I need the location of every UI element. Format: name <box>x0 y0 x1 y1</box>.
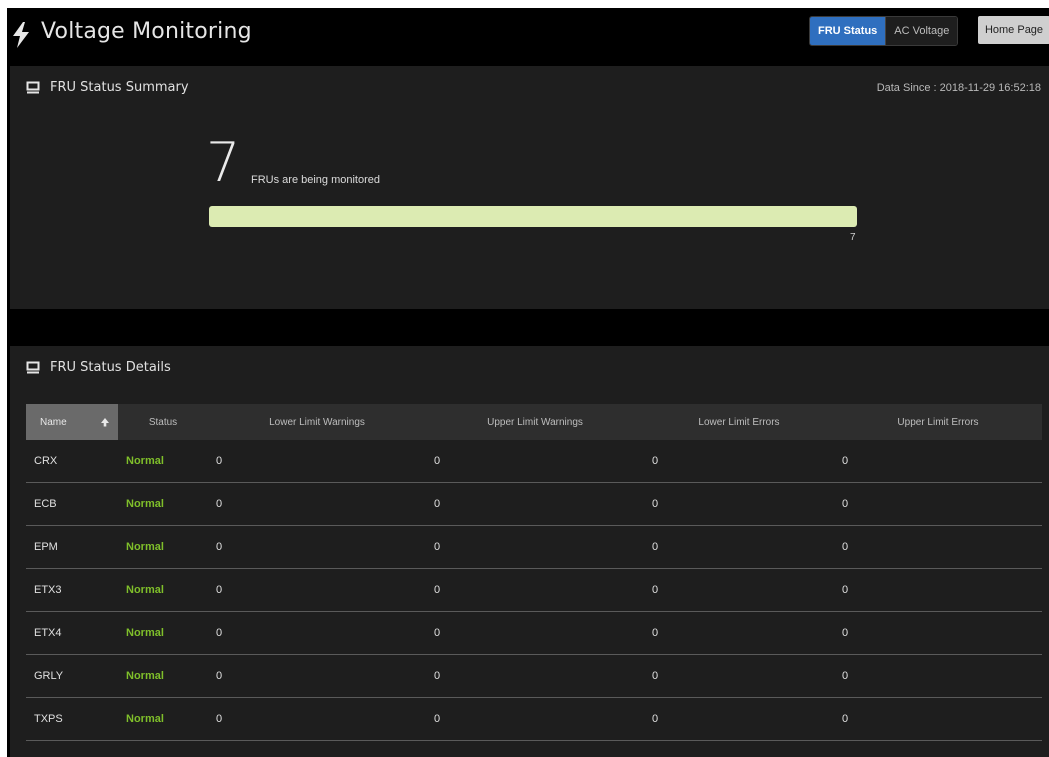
cell-upper-limit-warnings: 0 <box>426 482 644 526</box>
table-row[interactable]: TXPS Normal 0 0 0 0 <box>26 697 1042 741</box>
cell-lower-limit-warnings: 0 <box>208 568 426 612</box>
arrow-up-icon <box>101 418 109 427</box>
top-bar: Voltage Monitoring FRU Status AC Voltage… <box>7 8 1049 66</box>
cell-upper-limit-warnings: 0 <box>426 654 644 698</box>
cell-status: Normal <box>118 568 208 612</box>
monitor-icon <box>26 81 40 94</box>
cell-upper-limit-warnings: 0 <box>426 697 644 741</box>
cell-upper-limit-errors: 0 <box>834 654 1042 698</box>
cell-lower-limit-errors: 0 <box>644 482 834 526</box>
table-row[interactable]: ETX3 Normal 0 0 0 0 <box>26 568 1042 612</box>
column-header-upper-limit-warnings[interactable]: Upper Limit Warnings <box>426 404 644 440</box>
lightning-bolt-icon <box>13 22 29 48</box>
cell-lower-limit-errors: 0 <box>644 654 834 698</box>
cell-lower-limit-warnings: 0 <box>208 525 426 569</box>
cell-upper-limit-errors: 0 <box>834 611 1042 655</box>
cell-upper-limit-warnings: 0 <box>426 440 644 483</box>
table-row[interactable]: ECB Normal 0 0 0 0 <box>26 482 1042 526</box>
fru-status-details-panel: FRU Status Details Name Status Lower Lim… <box>10 346 1049 757</box>
table-row[interactable]: EPM Normal 0 0 0 0 <box>26 525 1042 569</box>
cell-lower-limit-errors: 0 <box>644 440 834 483</box>
table-row[interactable]: CRX Normal 0 0 0 0 <box>26 440 1042 483</box>
cell-lower-limit-errors: 0 <box>644 697 834 741</box>
data-since-timestamp: Data Since : 2018-11-29 16:52:18 <box>876 82 1041 94</box>
fru-status-summary-panel: FRU Status Summary Data Since : 2018-11-… <box>10 66 1049 309</box>
column-header-name[interactable]: Name <box>26 404 118 440</box>
cell-status: Normal <box>118 440 208 483</box>
table-body: CRX Normal 0 0 0 0 ECB Normal 0 0 0 0 EPM Normal 0 0 0 0 E… <box>26 440 1042 741</box>
tab-ac-voltage[interactable]: AC Voltage <box>885 17 958 45</box>
app-window: Voltage Monitoring FRU Status AC Voltage… <box>7 8 1049 757</box>
column-header-upper-limit-errors[interactable]: Upper Limit Errors <box>834 404 1042 440</box>
fru-progress-value: 7 <box>850 232 856 243</box>
cell-lower-limit-warnings: 0 <box>208 697 426 741</box>
details-header: FRU Status Details <box>26 360 171 375</box>
cell-lower-limit-errors: 0 <box>644 611 834 655</box>
cell-lower-limit-warnings: 0 <box>208 611 426 655</box>
cell-name: GRLY <box>26 654 118 698</box>
cell-lower-limit-warnings: 0 <box>208 440 426 483</box>
page-title: Voltage Monitoring <box>41 19 252 44</box>
cell-status: Normal <box>118 697 208 741</box>
cell-lower-limit-warnings: 0 <box>208 654 426 698</box>
cell-lower-limit-warnings: 0 <box>208 482 426 526</box>
cell-upper-limit-errors: 0 <box>834 482 1042 526</box>
fru-progress-bar <box>209 206 857 227</box>
details-title: FRU Status Details <box>50 360 171 375</box>
column-header-lower-limit-warnings[interactable]: Lower Limit Warnings <box>208 404 426 440</box>
cell-status: Normal <box>118 482 208 526</box>
cell-status: Normal <box>118 654 208 698</box>
cell-upper-limit-warnings: 0 <box>426 611 644 655</box>
cell-name: ETX3 <box>26 568 118 612</box>
column-header-status[interactable]: Status <box>118 404 208 440</box>
cell-upper-limit-errors: 0 <box>834 568 1042 612</box>
column-header-name-label: Name <box>40 416 67 428</box>
cell-upper-limit-errors: 0 <box>834 440 1042 483</box>
fru-status-table: Name Status Lower Limit Warnings Upper L… <box>26 404 1042 741</box>
cell-lower-limit-errors: 0 <box>644 525 834 569</box>
table-header-row: Name Status Lower Limit Warnings Upper L… <box>26 404 1042 440</box>
cell-name: ECB <box>26 482 118 526</box>
cell-name: TXPS <box>26 697 118 741</box>
table-row[interactable]: GRLY Normal 0 0 0 0 <box>26 654 1042 698</box>
fru-count-label: FRUs are being monitored <box>251 174 381 186</box>
tab-fru-status[interactable]: FRU Status <box>810 17 886 45</box>
cell-upper-limit-errors: 0 <box>834 697 1042 741</box>
column-header-lower-limit-errors[interactable]: Lower Limit Errors <box>644 404 834 440</box>
cell-name: EPM <box>26 525 118 569</box>
table-row[interactable]: ETX4 Normal 0 0 0 0 <box>26 611 1042 655</box>
cell-name: CRX <box>26 440 118 483</box>
cell-upper-limit-warnings: 0 <box>426 568 644 612</box>
home-page-button[interactable]: Home Page <box>978 16 1049 44</box>
cell-name: ETX4 <box>26 611 118 655</box>
view-toggle: FRU Status AC Voltage <box>809 16 959 46</box>
cell-upper-limit-warnings: 0 <box>426 525 644 569</box>
cell-upper-limit-errors: 0 <box>834 525 1042 569</box>
monitor-icon <box>26 361 40 374</box>
summary-title: FRU Status Summary <box>50 80 189 95</box>
cell-status: Normal <box>118 525 208 569</box>
fru-count: 7 <box>206 131 241 194</box>
fru-progress-fill <box>209 206 857 227</box>
cell-status: Normal <box>118 611 208 655</box>
cell-lower-limit-errors: 0 <box>644 568 834 612</box>
summary-header: FRU Status Summary <box>26 80 189 95</box>
